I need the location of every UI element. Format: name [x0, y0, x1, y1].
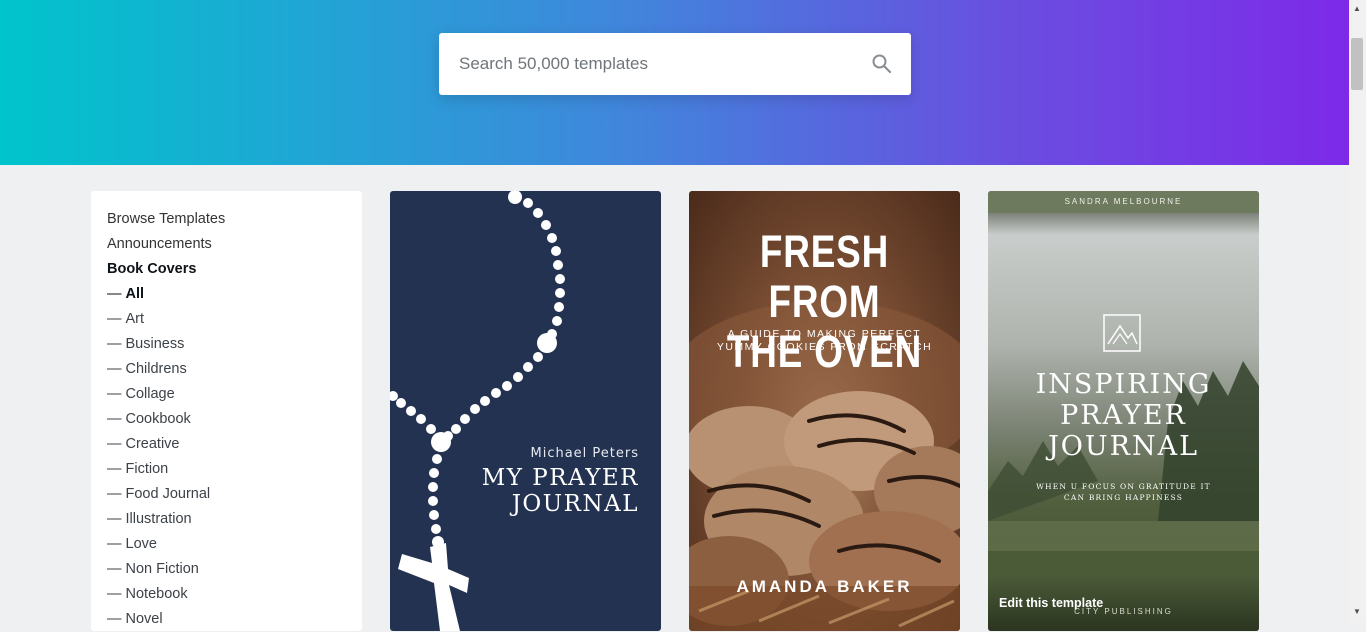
- mountain-logo-icon: [1103, 314, 1141, 352]
- sidebar-subitem-business[interactable]: — Business: [107, 332, 362, 357]
- sidebar-subitem-label: Collage: [125, 386, 175, 402]
- sidebar-subitem-non-fiction[interactable]: — Non Fiction: [107, 557, 362, 582]
- category-sidebar: Browse Templates Announcements Book Cove…: [91, 191, 362, 631]
- template-title: MY PRAYER JOURNAL: [481, 465, 639, 517]
- template-subtitle: WHEN U FOCUS ON GRATITUDE IT CAN BRING H…: [1036, 482, 1211, 502]
- sidebar-subitem-art[interactable]: — Art: [107, 307, 362, 332]
- template-card[interactable]: FRESH FROM THE OVEN A GUIDE TO MAKING PE…: [689, 191, 960, 631]
- page-scrollbar[interactable]: ▲ ▼: [1349, 0, 1366, 623]
- sidebar-subitem-label: Childrens: [125, 361, 187, 377]
- sidebar-item-book-covers[interactable]: Book Covers: [107, 257, 362, 282]
- template-title: FRESH FROM THE OVEN: [726, 226, 923, 377]
- sidebar-subitem-illustration[interactable]: — Illustration: [107, 507, 362, 532]
- sidebar-subitem-novel[interactable]: — Novel: [107, 607, 362, 632]
- sidebar-subitem-all[interactable]: — All: [107, 282, 362, 307]
- template-author: SANDRA MELBOURNE: [1064, 197, 1183, 206]
- sidebar-subitem-love[interactable]: — Love: [107, 532, 362, 557]
- sidebar-subitem-label: Business: [125, 336, 185, 352]
- dash-prefix: —: [107, 386, 122, 402]
- sidebar-subitem-label: Notebook: [125, 586, 188, 602]
- scroll-thumb[interactable]: [1351, 38, 1363, 90]
- sidebar-subitem-creative[interactable]: — Creative: [107, 432, 362, 457]
- sidebar-subitem-label: Art: [125, 311, 145, 327]
- sidebar-subitem-notebook[interactable]: — Notebook: [107, 582, 362, 607]
- dash-prefix: —: [107, 611, 122, 627]
- dash-prefix: —: [107, 286, 122, 302]
- template-author: AMANDA BAKER: [736, 577, 913, 596]
- sidebar-subitem-food-journal[interactable]: — Food Journal: [107, 482, 362, 507]
- dash-prefix: —: [107, 461, 122, 477]
- sidebar-subitem-cookbook[interactable]: — Cookbook: [107, 407, 362, 432]
- dash-prefix: —: [107, 436, 122, 452]
- sidebar-subitem-label: Love: [125, 536, 157, 552]
- dash-prefix: —: [107, 586, 122, 602]
- template-card[interactable]: SANDRA MELBOURNE INSPIRING PRAYER JOURNA…: [988, 191, 1259, 631]
- sidebar-item-browse-templates[interactable]: Browse Templates: [107, 207, 362, 232]
- sidebar-subitem-label: Food Journal: [125, 486, 211, 502]
- dash-prefix: —: [107, 361, 122, 377]
- sidebar-subitem-label: Fiction: [125, 461, 169, 477]
- dash-prefix: —: [107, 561, 122, 577]
- dash-prefix: —: [107, 536, 122, 552]
- scroll-up-arrow-icon[interactable]: ▲: [1353, 4, 1361, 13]
- dash-prefix: —: [107, 511, 122, 527]
- dash-prefix: —: [107, 486, 122, 502]
- dash-prefix: —: [107, 336, 122, 352]
- sidebar-subitem-collage[interactable]: — Collage: [107, 382, 362, 407]
- sidebar-subitem-label: All: [125, 286, 145, 302]
- template-subtitle: A GUIDE TO MAKING PERFECT YUMMY COOKIES …: [716, 328, 933, 353]
- template-author: Michael Peters: [530, 446, 639, 461]
- search-box: [439, 33, 911, 95]
- template-card[interactable]: Michael Peters MY PRAYER JOURNAL: [390, 191, 661, 631]
- sidebar-item-announcements[interactable]: Announcements: [107, 232, 362, 257]
- dash-prefix: —: [107, 311, 122, 327]
- edit-template-link[interactable]: Edit this template: [999, 596, 1103, 610]
- dash-prefix: —: [107, 411, 122, 427]
- sidebar-subitem-fiction[interactable]: — Fiction: [107, 457, 362, 482]
- sidebar-subitem-label: Novel: [125, 611, 163, 627]
- sidebar-subitem-label: Non Fiction: [125, 561, 199, 577]
- sidebar-subitem-childrens[interactable]: — Childrens: [107, 357, 362, 382]
- scroll-down-arrow-icon[interactable]: ▼: [1353, 607, 1361, 616]
- sidebar-subitem-label: Illustration: [125, 511, 192, 527]
- sidebar-subitem-label: Creative: [125, 436, 180, 452]
- rosary-illustration: [390, 191, 565, 631]
- sidebar-subitem-label: Cookbook: [125, 411, 191, 427]
- search-icon[interactable]: [871, 53, 893, 75]
- template-title: INSPIRING PRAYER JOURNAL: [1035, 369, 1212, 462]
- search-input[interactable]: [439, 33, 859, 95]
- hero-banner: [0, 0, 1349, 165]
